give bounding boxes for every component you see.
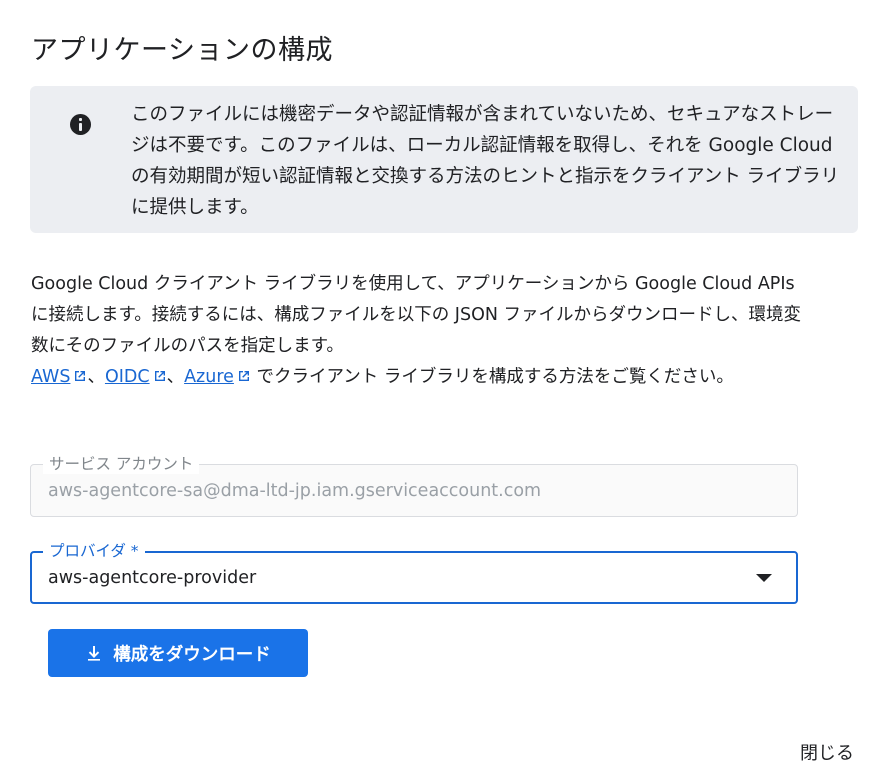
oidc-link-label: OIDC	[104, 367, 150, 387]
aws-link[interactable]: AWS	[31, 367, 87, 387]
download-config-button[interactable]: 構成をダウンロード	[48, 629, 308, 677]
azure-link-label: Azure	[184, 367, 234, 387]
azure-link[interactable]: Azure	[184, 367, 251, 387]
oidc-link[interactable]: OIDC	[105, 367, 167, 387]
separator: 、	[166, 367, 185, 387]
service-account-value: aws-agentcore-sa@dma-ltd-jp.iam.gservice…	[48, 481, 542, 501]
dialog-title: アプリケーションの構成	[31, 35, 333, 66]
service-account-label: サービス アカウント	[43, 454, 200, 474]
dropdown-arrow-icon	[756, 574, 772, 582]
close-button[interactable]: 閉じる	[800, 739, 854, 765]
info-icon	[70, 114, 91, 135]
download-config-label: 構成をダウンロード	[113, 644, 271, 665]
external-link-icon	[75, 371, 86, 381]
external-link-icon	[154, 371, 165, 381]
info-banner-text: このファイルには機密データや認証情報が含まれていないため、セキュアなストレージは…	[131, 104, 840, 218]
external-link-icon	[238, 371, 249, 381]
download-icon	[88, 646, 101, 661]
description-text: Google Cloud クライアント ライブラリを使用して、アプリケーションか…	[31, 274, 802, 356]
service-account-field: サービス アカウント aws-agentcore-sa@dma-ltd-jp.i…	[30, 454, 798, 517]
description-suffix: でクライアント ライブラリを構成する方法をご覧ください。	[250, 367, 734, 387]
provider-select[interactable]: プロバイダ * aws-agentcore-provider	[30, 541, 798, 604]
aws-link-label: AWS	[31, 367, 71, 387]
provider-label: プロバイダ *	[43, 541, 145, 561]
separator: 、	[87, 367, 105, 387]
provider-selected-value: aws-agentcore-provider	[48, 568, 257, 588]
description: Google Cloud クライアント ライブラリを使用して、アプリケーションか…	[31, 269, 801, 393]
